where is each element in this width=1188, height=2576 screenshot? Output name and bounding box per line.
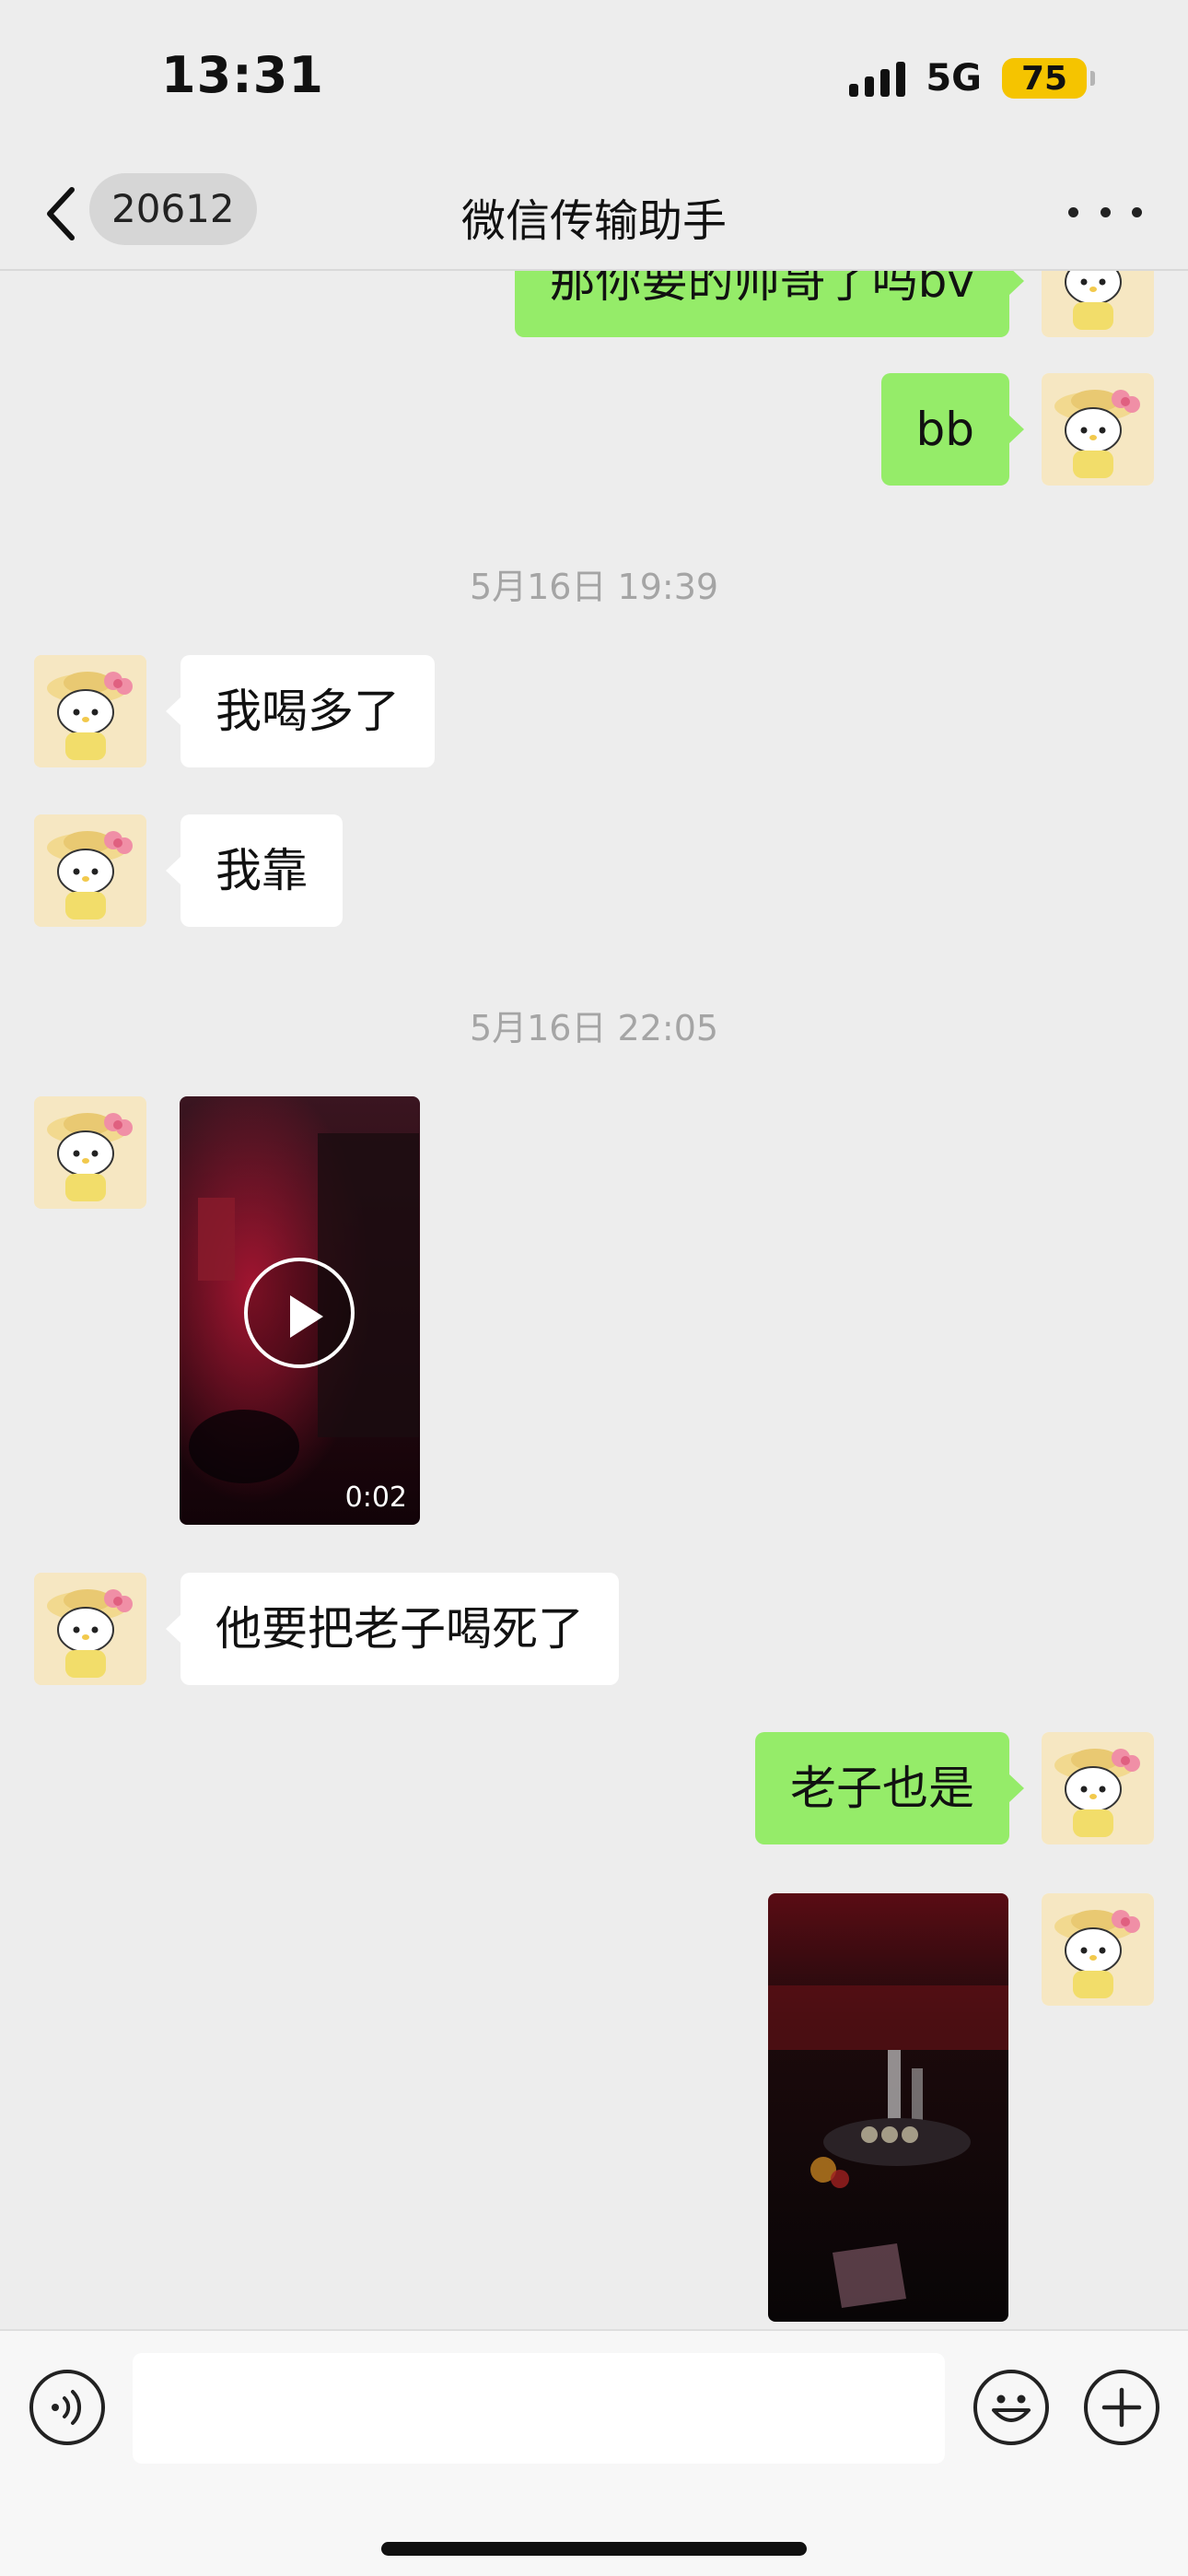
timestamp: 5月16日 19:39 (469, 567, 719, 607)
avatar[interactable] (34, 1573, 146, 1685)
message-bubble-incoming[interactable]: 我喝多了 (166, 655, 435, 767)
signal-icon (849, 60, 906, 97)
status-time: 13:31 (161, 46, 324, 104)
avatar[interactable] (1042, 1732, 1154, 1844)
message-bubble-incoming[interactable]: 他要把老子喝死了 (166, 1573, 619, 1685)
input-bar (0, 2329, 1188, 2576)
chat-messages[interactable]: 那你要的帅哥了吗bv bb 5月16日 19:39 我喝多了 我靠 5月16日 … (0, 271, 1188, 2329)
battery-icon: 75 (1002, 58, 1095, 99)
message-bubble-outgoing[interactable]: 那你要的帅哥了吗bv (514, 271, 1025, 337)
timestamp: 5月16日 22:05 (469, 1008, 719, 1048)
emoji-button[interactable] (973, 2370, 1049, 2445)
voice-button[interactable] (29, 2370, 105, 2445)
voice-icon (52, 2390, 82, 2425)
avatar[interactable] (1042, 271, 1154, 337)
video-message[interactable]: 0:02 (180, 1096, 420, 1525)
avatar[interactable] (1042, 373, 1154, 486)
network-label: 5G (926, 57, 982, 100)
message-bubble-outgoing[interactable]: bb (880, 373, 1025, 486)
avatar[interactable] (34, 814, 146, 927)
plus-icon (1101, 2387, 1142, 2428)
status-indicators: 5G 75 (849, 55, 1095, 101)
chevron-left-icon (47, 187, 75, 240)
play-icon[interactable] (244, 1258, 355, 1368)
message-bubble-outgoing[interactable]: 老子也是 (755, 1732, 1024, 1844)
nav-bar: 微信传输助手 20612 (0, 157, 1188, 271)
emoji-icon (992, 2395, 1031, 2422)
plus-button[interactable] (1084, 2370, 1159, 2445)
unread-count-badge[interactable]: 20612 (89, 173, 257, 245)
message-bubble-incoming[interactable]: 我靠 (166, 814, 343, 927)
more-dot-icon (1068, 206, 1078, 217)
more-dot-icon (1132, 206, 1142, 217)
avatar[interactable] (1042, 1893, 1154, 2006)
more-dot-icon (1100, 206, 1111, 217)
status-bar: 13:31 5G 75 (0, 0, 1188, 157)
back-button[interactable] (37, 177, 92, 251)
more-button[interactable] (1068, 193, 1142, 230)
avatar[interactable] (34, 655, 146, 767)
avatar[interactable] (34, 1096, 146, 1209)
image-message[interactable] (768, 1893, 1008, 2322)
video-duration: 0:02 (344, 1481, 407, 1514)
message-input[interactable] (133, 2353, 945, 2464)
home-indicator (381, 2542, 807, 2556)
photo-thumbnail (768, 1893, 1008, 2322)
